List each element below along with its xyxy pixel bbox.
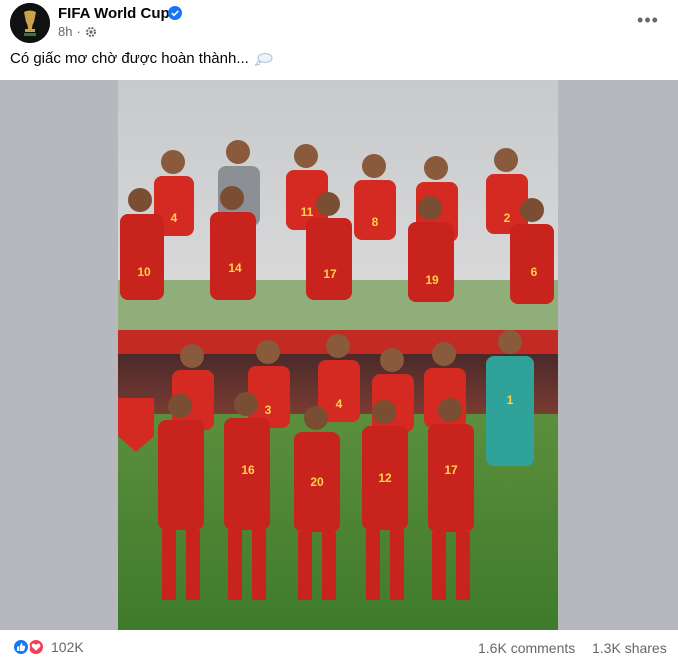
more-options-icon[interactable]: ••• — [634, 6, 662, 34]
jersey-number: 17 — [444, 463, 458, 477]
comments-count-link[interactable]: 1.6K comments — [478, 640, 575, 656]
post-meta: 8h · — [58, 24, 97, 39]
caption-text: Có giấc mơ chờ được hoàn thành... — [10, 50, 249, 67]
jersey-number: 4 — [336, 397, 343, 411]
reaction-count: 102K — [51, 639, 84, 655]
post-header: FIFA World Cup 8h · ••• — [0, 0, 678, 46]
jersey-number: 19 — [425, 273, 439, 287]
jersey-number: 1 — [507, 393, 514, 407]
jersey-number: 11 — [301, 205, 314, 219]
jersey-number: 20 — [310, 475, 324, 489]
jersey-number: 10 — [137, 265, 151, 279]
page-name[interactable]: FIFA World Cup — [58, 5, 170, 22]
jersey-number: 8 — [372, 215, 379, 229]
jersey-number: 17 — [323, 267, 337, 281]
jersey-number: 14 — [228, 261, 242, 275]
reactions-summary[interactable]: 102K — [12, 638, 84, 656]
facebook-post: FIFA World Cup 8h · ••• Có giấc mơ chờ đ… — [0, 0, 678, 660]
like-reaction-icon — [12, 638, 30, 656]
jersey-number: 12 — [378, 471, 392, 485]
team-photo-graphic: 4 11 8 2 10 14 17 19 6 3 4 1 16 20 12 17 — [118, 80, 558, 630]
thought-bubble-emoji-icon — [254, 52, 273, 66]
post-photo-frame: 4 11 8 2 10 14 17 19 6 3 4 1 16 20 12 17 — [0, 80, 678, 630]
meta-separator: · — [76, 24, 81, 39]
post-caption: Có giấc mơ chờ được hoàn thành... — [10, 50, 273, 67]
page-avatar[interactable] — [10, 3, 50, 43]
jersey-number: 3 — [265, 403, 272, 417]
post-time[interactable]: 8h — [58, 24, 72, 39]
fifa-trophy-logo — [10, 3, 50, 43]
jersey-number: 6 — [531, 265, 538, 279]
post-footer: 102K 1.6K comments 1.3K shares — [0, 632, 678, 660]
audience-gear-icon[interactable] — [85, 26, 97, 38]
jersey-number: 4 — [171, 211, 178, 225]
jersey-number: 16 — [241, 463, 255, 477]
jersey-number: 2 — [504, 211, 511, 225]
verified-badge-icon — [168, 6, 182, 20]
team-photo[interactable]: 4 11 8 2 10 14 17 19 6 3 4 1 16 20 12 17 — [118, 80, 558, 630]
shares-count-link[interactable]: 1.3K shares — [592, 640, 667, 656]
